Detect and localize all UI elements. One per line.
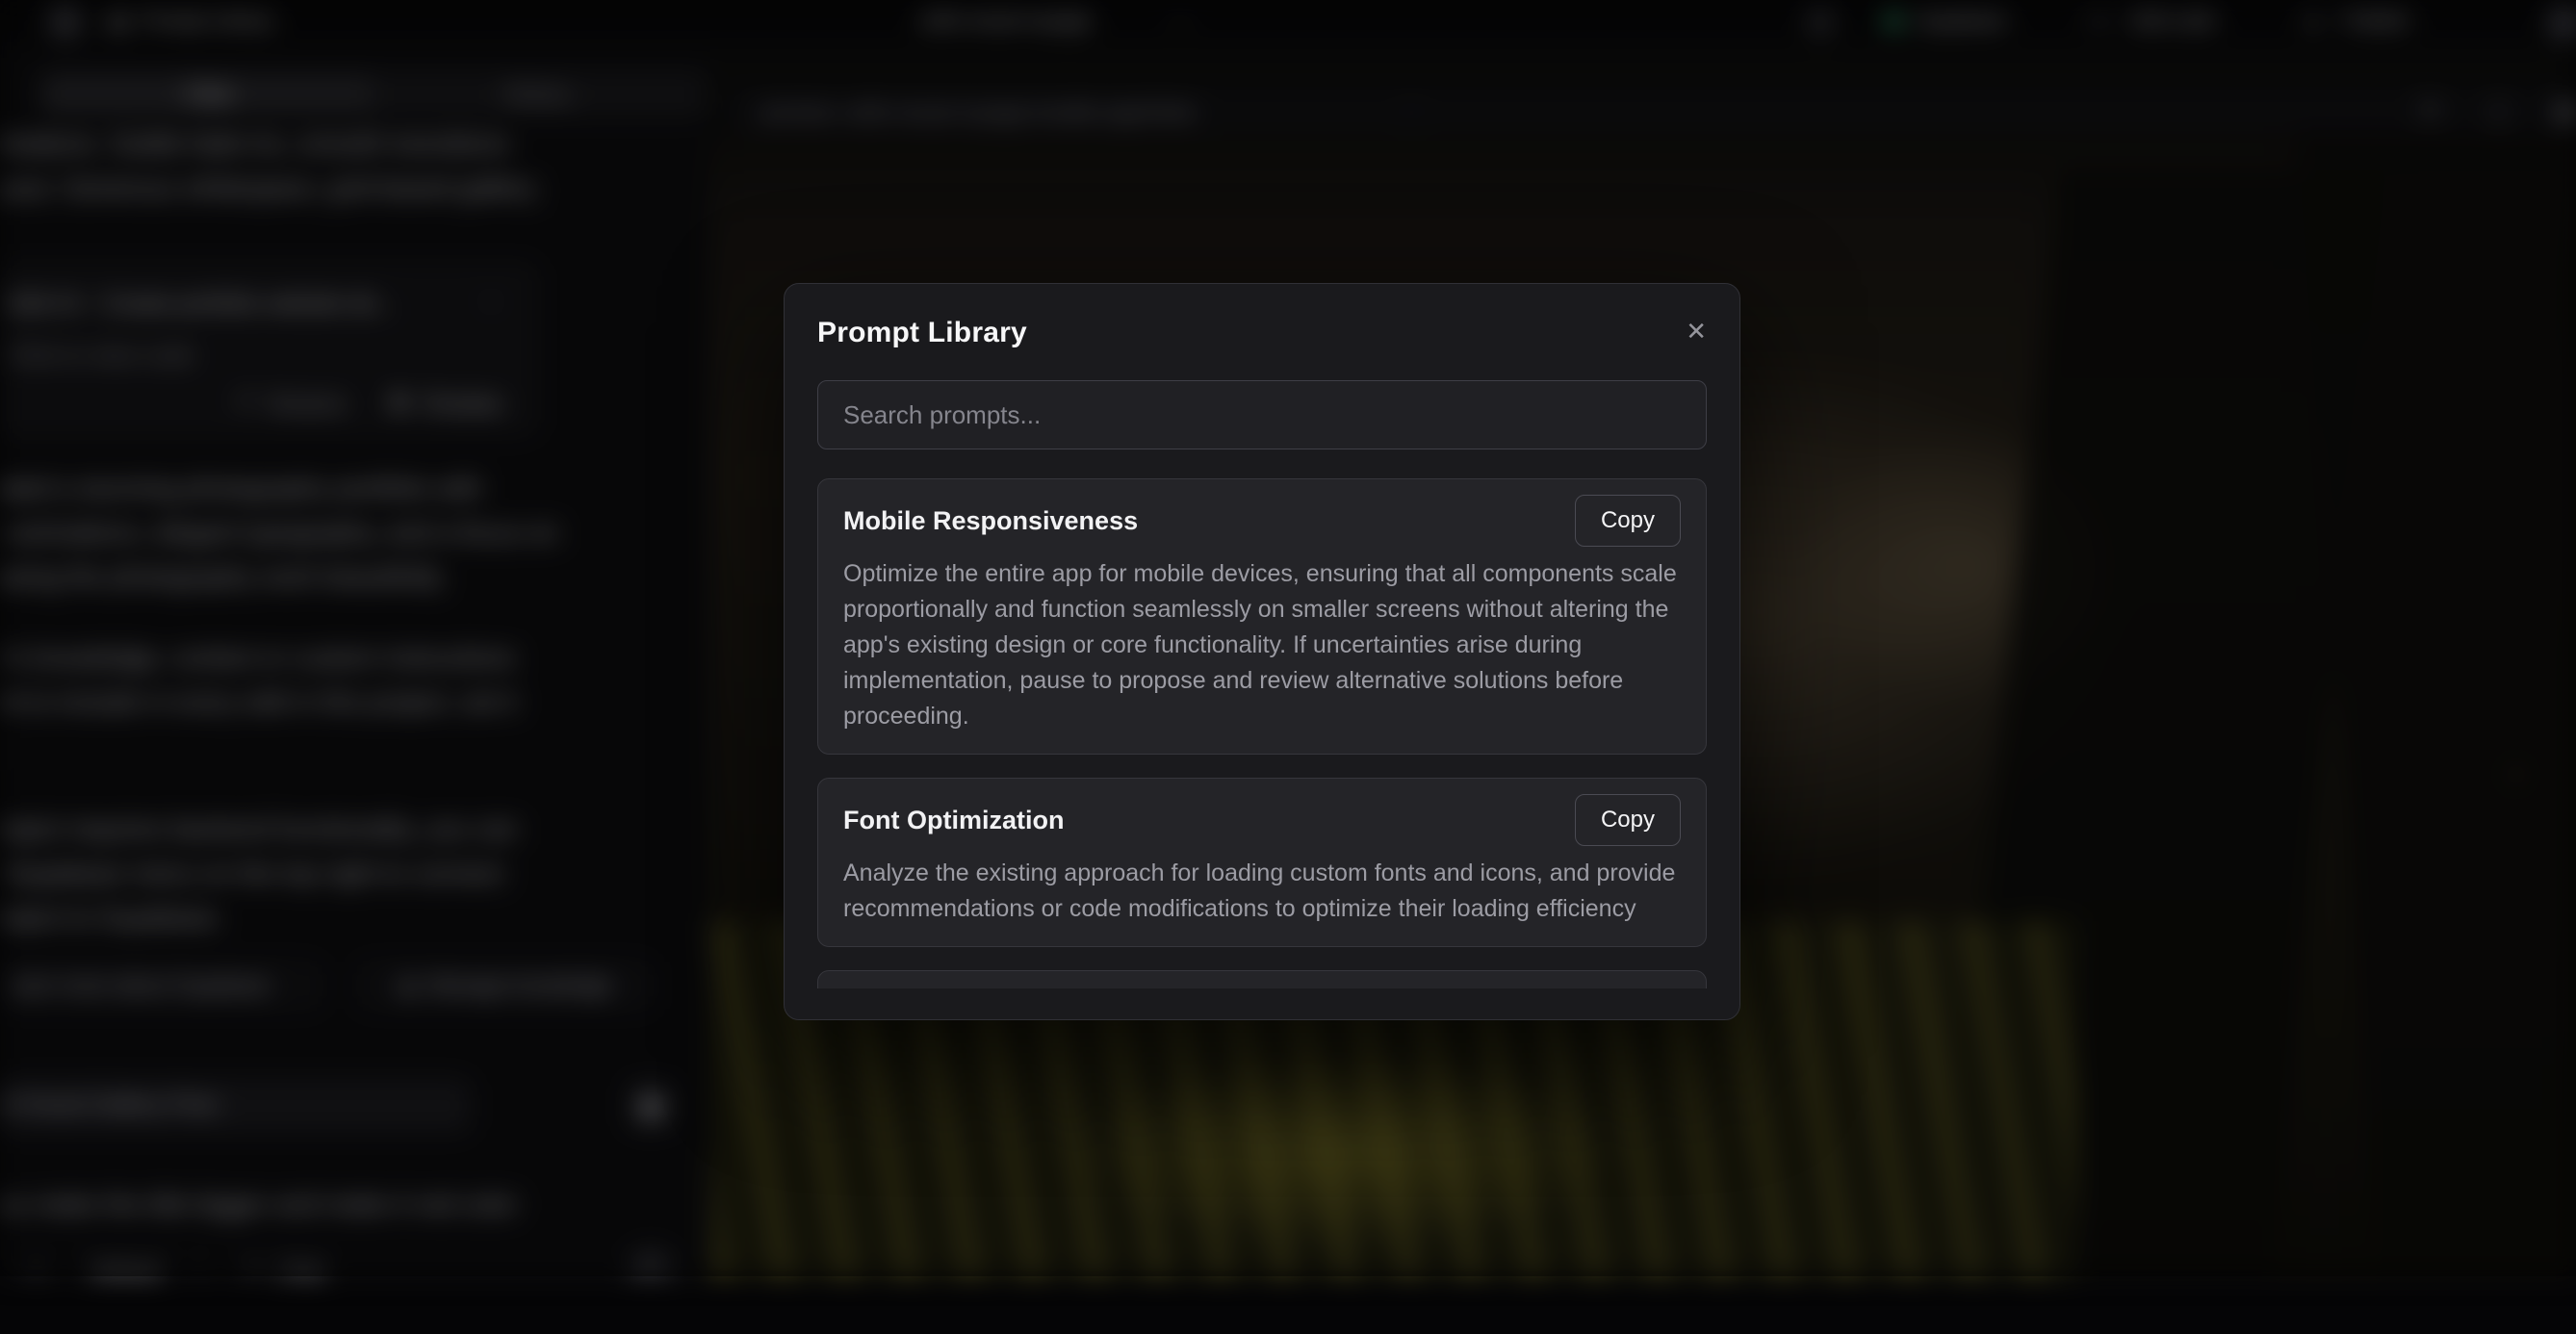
copy-button[interactable]: Copy: [1575, 794, 1681, 846]
prompt-library-modal: Prompt Library ✕ Mobile Responsiveness C…: [784, 283, 1740, 1020]
copy-button[interactable]: Copy: [1575, 495, 1681, 547]
prompt-description: Analyze the existing approach for loadin…: [843, 856, 1681, 927]
modal-title: Prompt Library: [817, 317, 1027, 349]
prompt-card: Font Optimization Copy Analyze the exist…: [817, 778, 1707, 947]
prompt-list[interactable]: Mobile Responsiveness Copy Optimize the …: [817, 478, 1707, 988]
app-root: ▤ Prompt Library artfo-visual-voyage ⌄ S…: [0, 0, 2576, 1276]
close-button[interactable]: ✕: [1686, 319, 1707, 344]
close-icon: ✕: [1686, 317, 1707, 346]
prompt-title: Mobile Responsiveness: [843, 506, 1138, 536]
search-prompts-input[interactable]: [817, 380, 1707, 449]
modal-header: Prompt Library ✕: [817, 317, 1707, 353]
prompt-card: Mobile Responsiveness Copy Optimize the …: [817, 478, 1707, 755]
prompt-card-clipped: [817, 970, 1707, 988]
prompt-description: Optimize the entire app for mobile devic…: [843, 556, 1681, 734]
prompt-title: Font Optimization: [843, 806, 1064, 835]
